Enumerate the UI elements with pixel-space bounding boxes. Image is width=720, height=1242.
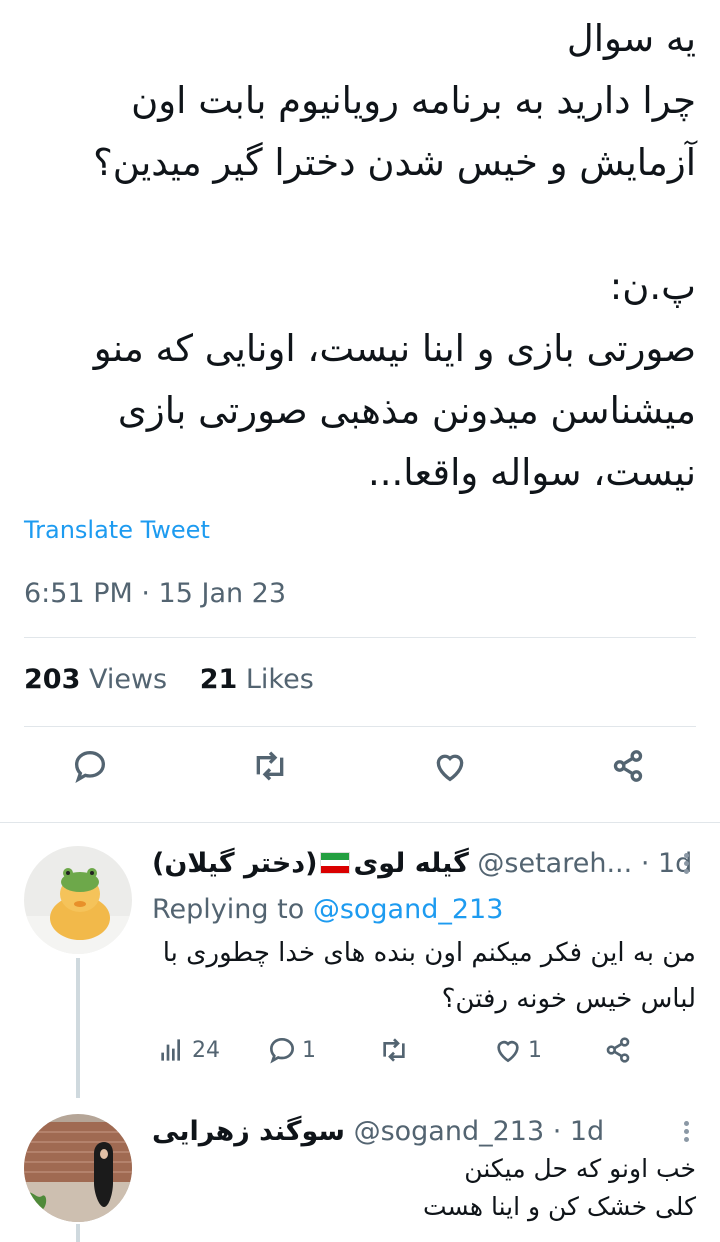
reply-line: لباس خیس خونه رفتن؟ (441, 984, 696, 1014)
avatar-image (24, 1114, 132, 1222)
reply-text: من به این فکر میکنم اون بنده های خدا چطو… (152, 930, 696, 1022)
analytics-count: 24 (192, 1037, 220, 1063)
share-icon (606, 1037, 630, 1063)
retweet-icon (383, 1038, 405, 1062)
reply-author-name[interactable]: گیله لوی (دختر گیلان) (152, 848, 469, 879)
reply-header: گیله لوی (دختر گیلان) @setareh... · 1d (152, 848, 696, 879)
tweet-line: چرا دارید به برنامه رویانیوم بابت اون (131, 79, 696, 122)
reply-button[interactable]: 1 (266, 1034, 316, 1066)
avatar[interactable] (24, 846, 132, 954)
reply-text: خب اونو که حل میکنن کلی خشک کن و اینا هس… (152, 1150, 696, 1226)
reply-button[interactable] (68, 744, 112, 788)
divider (24, 637, 696, 638)
reply-author-name[interactable]: سوگند زهرایی (152, 1116, 345, 1147)
like-count: 1 (528, 1037, 542, 1063)
views-count: 203 (24, 664, 81, 695)
reply-author-handle[interactable]: @setareh... (477, 848, 632, 879)
like-icon (436, 754, 464, 782)
replying-to: Replying to @sogand_213 (152, 894, 503, 925)
share-button[interactable] (606, 744, 650, 788)
more-options-icon[interactable] (682, 1118, 690, 1145)
duck-avatar-image (24, 846, 132, 954)
views-label: Views (88, 664, 168, 695)
tweet-action-bar (0, 744, 720, 804)
name-part: (دختر گیلان) (152, 848, 318, 879)
likes-label: Likes (245, 664, 314, 695)
tweet-line: میشناسن میدونن مذهبی صورتی بازی (117, 389, 696, 432)
share-button[interactable] (602, 1034, 638, 1066)
analytics-icon (161, 1039, 180, 1061)
more-options-icon[interactable] (682, 850, 690, 877)
iran-flag-icon (320, 852, 351, 874)
analytics-button[interactable]: 24 (156, 1034, 220, 1066)
like-button[interactable] (428, 744, 472, 788)
reply-icon (269, 1037, 295, 1064)
tweet-line: پ.ن: (609, 265, 696, 308)
share-icon (613, 750, 643, 782)
thread-line (76, 958, 80, 1098)
retweet-icon (256, 751, 284, 781)
tweet-text: یه سوال چرا دارید به برنامه رویانیوم باب… (24, 8, 696, 504)
tweet-line: صورتی بازی و اینا نیست، اونایی که منو (93, 327, 696, 370)
reply-line: کلی خشک کن و اینا هست (423, 1192, 696, 1221)
tweet-line (24, 194, 696, 256)
tweet-line: نیست، سواله واقعا... (367, 451, 696, 494)
like-button[interactable]: 1 (492, 1034, 542, 1066)
reply-line: من به این فکر میکنم اون بنده های خدا چطو… (162, 938, 696, 968)
reply-time[interactable]: · 1d (553, 1116, 604, 1147)
reply-line: خب اونو که حل میکنن (464, 1154, 696, 1183)
reply-count: 1 (302, 1037, 316, 1063)
translate-tweet-link[interactable]: Translate Tweet (24, 516, 210, 544)
reply-action-bar: 24 1 1 (152, 1034, 696, 1074)
replying-to-handle[interactable]: @sogand_213 (313, 894, 504, 925)
views-stat[interactable]: 203 Views (24, 664, 167, 695)
like-icon (497, 1040, 519, 1063)
tweet-stats: 203 Views 21 Likes (24, 664, 338, 695)
reply-icon (74, 750, 106, 783)
likes-count: 21 (199, 664, 238, 695)
replying-prefix: Replying to (152, 894, 305, 925)
name-part: گیله لوی (353, 848, 469, 879)
tweet-line: یه سوال (566, 17, 696, 60)
reply-author-handle[interactable]: @sogand_213 (354, 1116, 545, 1147)
likes-stat[interactable]: 21 Likes (200, 664, 314, 695)
thread-line (76, 1224, 80, 1242)
tweet-line: آزمایش و خیس شدن دخترا گیر میدین؟ (93, 141, 696, 184)
retweet-button[interactable] (378, 1034, 414, 1066)
divider (0, 822, 720, 823)
divider (24, 726, 696, 727)
retweet-button[interactable] (248, 744, 292, 788)
reply-header: سوگند زهرایی @sogand_213 · 1d (152, 1116, 696, 1147)
tweet-timestamp[interactable]: 6:51 PM · 15 Jan 23 (24, 578, 286, 609)
avatar[interactable] (24, 1114, 132, 1222)
